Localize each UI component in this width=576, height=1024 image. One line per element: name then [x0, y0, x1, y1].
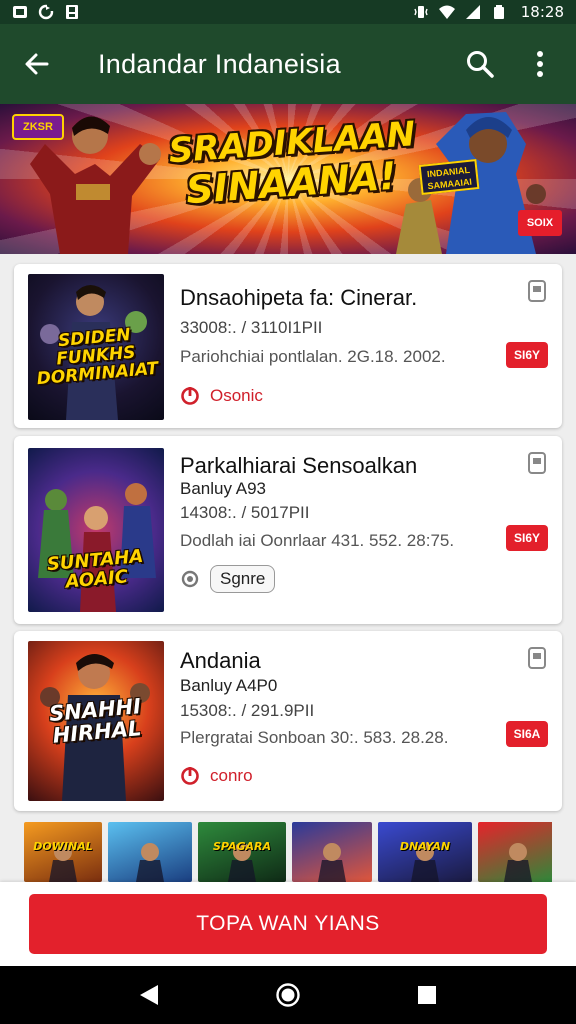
download-icon [66, 5, 78, 19]
page-title: Indandar Indaneisia [98, 48, 341, 79]
banner-sign: INDANIAL SAMAAIAI [418, 159, 480, 195]
bookmark-icon[interactable] [528, 647, 546, 669]
list-card[interactable]: SDIDEN FUNKHS DORMINAIAT Dnsaohipeta fa:… [14, 264, 562, 428]
app-root: 18:28 Indandar Indaneisia ZKSR SRADIKLAA… [0, 0, 576, 1024]
power-icon [181, 387, 199, 405]
thumbnail-image[interactable]: DNAYAN [378, 822, 472, 882]
card-description: Pariohchiai pontlalan. 2G.18. 2002. [180, 347, 446, 366]
thumbnail-image[interactable] [292, 822, 372, 882]
thumbnail-label: DNAYAN [399, 840, 451, 853]
thumbnail-image[interactable] [108, 822, 192, 882]
banner-logo: ZKSR [12, 114, 64, 140]
card-poster-image: SDIDEN FUNKHS DORMINAIAT [28, 274, 164, 420]
thumbnail-label: DOWINAL [33, 840, 93, 853]
nav-back-icon [140, 985, 159, 1005]
search-icon [467, 51, 494, 78]
app-notification-icon [13, 6, 27, 18]
card-title: Andania [180, 648, 261, 673]
nav-back-button[interactable] [129, 975, 169, 1015]
thumbnail-figures [504, 843, 532, 882]
card-description: Plergratai Sonboan 30:. 583. 28.28. [180, 728, 449, 747]
card-action-label: Osonic [210, 386, 263, 405]
card-subtitle: Banluy A93 [180, 479, 267, 498]
nav-recents-button[interactable] [407, 975, 447, 1015]
status-left-icons [12, 4, 80, 20]
card-stats: 33008:. / 3110I1PII [180, 318, 323, 337]
card-action[interactable]: Osonic [180, 386, 263, 406]
vibrate-icon [414, 6, 428, 18]
banner-corner-badge: SOIX [518, 210, 562, 236]
signal-icon [465, 5, 480, 19]
card-title: Dnsaohipeta fa: Cinerar. [180, 285, 418, 310]
card-poster-image: SUNTAHA AOAIC [28, 448, 164, 612]
thumbnail-image[interactable]: DOWINAL [24, 822, 102, 882]
bookmark-icon[interactable] [528, 452, 546, 474]
nav-home-button[interactable] [268, 975, 308, 1015]
thumbnail-strip: DOWINAL SPAGARA DNAYAN [24, 822, 552, 882]
status-bar: 18:28 [0, 0, 576, 24]
thumbnail-image[interactable] [478, 822, 552, 882]
overflow-menu-button[interactable] [510, 24, 570, 104]
card-action[interactable]: Sgnre [180, 565, 276, 593]
thumbnail-figures [136, 843, 164, 882]
nav-home-icon [276, 983, 300, 1007]
battery-icon [493, 5, 504, 19]
card-action[interactable]: conro [180, 766, 253, 786]
back-button[interactable] [0, 24, 74, 104]
card-subtitle: Banluy A4P0 [180, 676, 278, 695]
status-badge[interactable]: SI6Y [506, 342, 548, 368]
status-time: 18:28 [520, 3, 564, 21]
bookmark-icon[interactable] [528, 280, 546, 302]
status-badge[interactable]: SI6A [506, 721, 548, 747]
nav-recents-icon [417, 986, 436, 1004]
list-card[interactable]: SNAHHI HIRHAL Andania Banluy A4P0 15308:… [14, 631, 562, 811]
thumbnail-label: SPAGARA [212, 840, 271, 853]
primary-cta-button[interactable]: TOPA WAN YIANS [29, 894, 547, 954]
sync-icon [38, 4, 54, 20]
promo-banner[interactable]: ZKSR SRADIKLAAN SINAANA! INDANIAL SAMAAI… [0, 104, 576, 254]
card-action-pill: Sgnre [210, 565, 276, 593]
card-description: Dodlah iai Oonrlaar 431. 552. 28:75. [180, 531, 455, 550]
arrow-back-icon [25, 53, 49, 75]
card-stats: 14308:. / 5017PII [180, 503, 310, 522]
list-card[interactable]: SUNTAHA AOAIC Parkalhiarai Sensoalkan Ba… [14, 436, 562, 624]
record-icon [181, 570, 199, 588]
system-nav-bar [0, 966, 576, 1024]
thumbnail-figures [318, 843, 346, 882]
wifi-icon [438, 5, 455, 19]
power-icon [181, 767, 199, 785]
banner-headline: SRADIKLAAN SINAANA! [167, 114, 416, 212]
status-badge[interactable]: SI6Y [506, 525, 548, 551]
app-bar: Indandar Indaneisia [0, 24, 576, 104]
more-vert-icon [537, 51, 543, 77]
card-action-label: conro [210, 766, 253, 785]
card-title: Parkalhiarai Sensoalkan [180, 453, 418, 478]
poster-title: SDIDEN FUNKHS DORMINAIAT [35, 324, 159, 389]
bottom-cta-area: TOPA WAN YIANS [0, 882, 576, 966]
card-poster-image: SNAHHI HIRHAL [28, 641, 164, 801]
card-stats: 15308:. / 291.9PII [180, 701, 315, 720]
search-button[interactable] [450, 24, 510, 104]
thumbnail-image[interactable]: SPAGARA [198, 822, 286, 882]
status-right-icons: 18:28 [413, 3, 564, 21]
